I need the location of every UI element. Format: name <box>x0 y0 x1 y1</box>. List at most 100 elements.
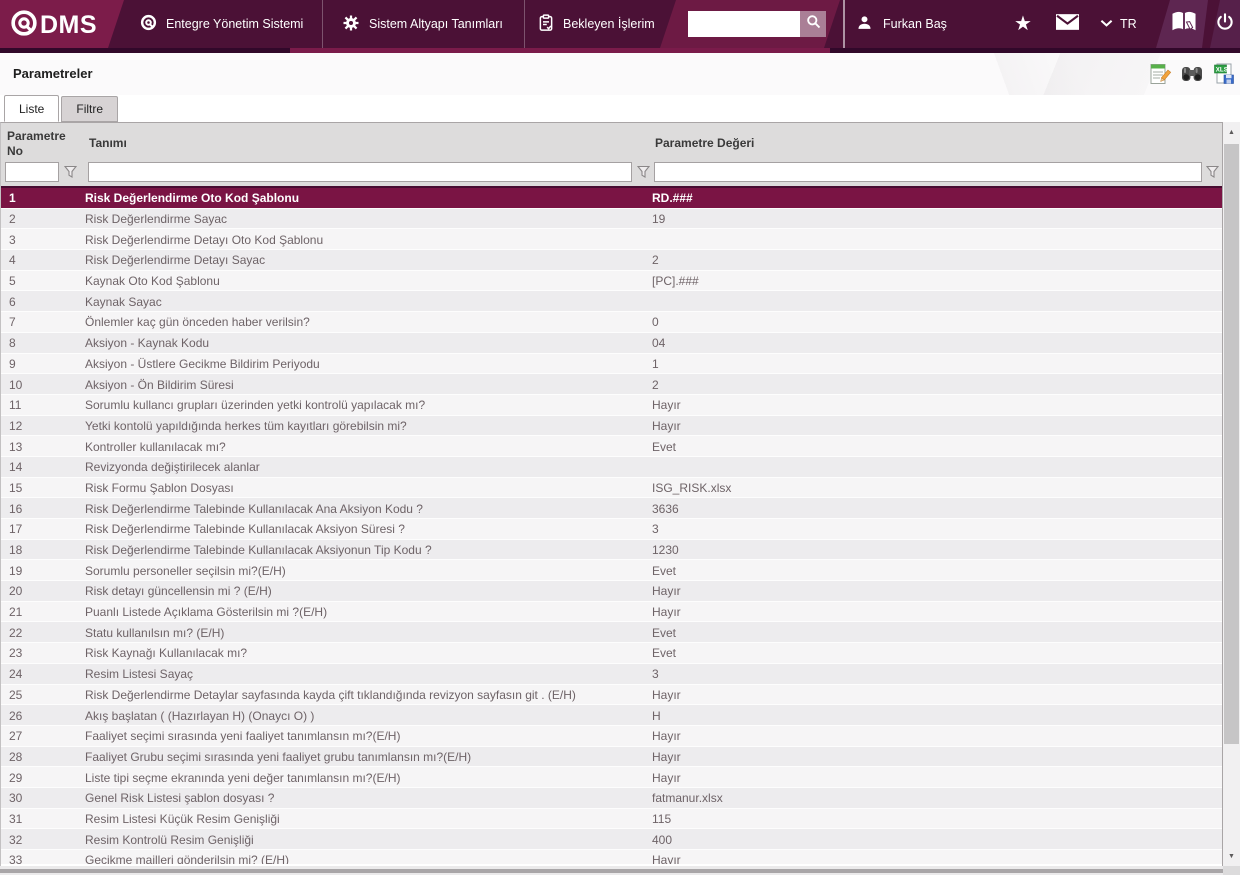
table-row[interactable]: 19 Sorumlu personeller seçilsin mi?(E/H)… <box>1 560 1222 582</box>
table-row[interactable]: 3 Risk Değerlendirme Detayı Oto Kod Şabl… <box>1 229 1222 251</box>
menu-item-label: Bekleyen İşlerim <box>563 17 655 31</box>
table-row[interactable]: 17 Risk Değerlendirme Talebinde Kullanıl… <box>1 519 1222 540</box>
filter-funnel-icon[interactable] <box>1205 165 1220 179</box>
table-row[interactable]: 28 Faaliyet Grubu seçimi sırasında yeni … <box>1 746 1222 768</box>
cell-tanimi: Kaynak Sayac <box>85 294 162 309</box>
table-row[interactable]: 26 Akış başlatan ( (Hazırlayan H) (Onayc… <box>1 705 1222 726</box>
table-row[interactable]: 10 Aksiyon - Ön Bildirim Süresi 2 <box>1 374 1222 395</box>
cell-tanimi: Risk Değerlendirme Oto Kod Şablonu <box>85 191 300 206</box>
vertical-scrollbar[interactable]: ▲ ▼ <box>1223 122 1240 866</box>
column-header-parametre-degeri[interactable]: Parametre Değeri <box>655 136 754 150</box>
language-selector[interactable]: TR <box>1100 0 1137 48</box>
menu-sistem-altyapi-tanimlari[interactable]: Sistem Altyapı Tanımları <box>342 0 503 48</box>
table-row[interactable]: 7 Önlemler kaç gün önceden haber verilsi… <box>1 312 1222 333</box>
cell-tanimi: Kaynak Oto Kod Şablonu <box>85 274 220 289</box>
user-menu[interactable]: Furkan Baş <box>856 0 947 48</box>
table-row[interactable]: 5 Kaynak Oto Kod Şablonu [PC].### <box>1 270 1222 292</box>
global-search-input[interactable] <box>688 11 800 37</box>
cell-tanimi: Resim Kontrolü Resim Genişliği <box>85 832 254 847</box>
qdms-logo[interactable]: DMS <box>10 9 97 42</box>
cell-parametre-degeri: 3 <box>652 667 659 682</box>
table-row[interactable]: 14 Revizyonda değiştirilecek alanlar <box>1 456 1222 478</box>
cell-parametre-degeri: 2 <box>652 253 659 268</box>
table-row[interactable]: 23 Risk Kaynağı Kullanılacak mı? Evet <box>1 643 1222 664</box>
cell-parametre-degeri: 2 <box>652 377 659 392</box>
help-docs-button[interactable] <box>1170 0 1198 48</box>
column-header-tanimi[interactable]: Tanımı <box>89 136 127 150</box>
cell-parametre-no: 4 <box>9 253 16 268</box>
cell-parametre-no: 24 <box>9 667 23 682</box>
filter-funnel-icon[interactable] <box>63 165 78 179</box>
menu-entegre-yonetim-sistemi[interactable]: Entegre Yönetim Sistemi <box>140 0 303 48</box>
cell-parametre-no: 31 <box>9 811 23 826</box>
cell-tanimi: Revizyonda değiştirilecek alanlar <box>85 460 260 475</box>
table-row[interactable]: 2 Risk Değerlendirme Sayac 19 <box>1 208 1222 230</box>
cell-tanimi: Risk Değerlendirme Talebinde Kullanılaca… <box>85 543 432 558</box>
cell-parametre-no: 19 <box>9 563 23 578</box>
favorites-button[interactable]: ★ <box>1014 0 1032 48</box>
table-row[interactable]: 13 Kontroller kullanılacak mı? Evet <box>1 436 1222 457</box>
filter-input-parametre-no[interactable] <box>5 162 59 182</box>
scrollbar-thumb[interactable] <box>1224 144 1239 744</box>
table-row[interactable]: 11 Sorumlu kullancı grupları üzerinden y… <box>1 394 1222 416</box>
tab-filtre[interactable]: Filtre <box>61 96 119 122</box>
cell-tanimi: Sorumlu kullancı grupları üzerinden yetk… <box>85 398 426 413</box>
table-row[interactable]: 16 Risk Değerlendirme Talebinde Kullanıl… <box>1 498 1222 519</box>
cell-parametre-no: 29 <box>9 770 23 785</box>
search-button[interactable] <box>800 11 826 37</box>
cell-tanimi: Faaliyet Grubu seçimi sırasında yeni faa… <box>85 749 472 764</box>
table-row[interactable]: 22 Statu kullanılsın mı? (E/H) Evet <box>1 622 1222 644</box>
menu-bekleyen-islerim[interactable]: Bekleyen İşlerim <box>538 0 655 48</box>
cell-parametre-degeri: Hayır <box>652 584 681 599</box>
table-row[interactable]: 8 Aksiyon - Kaynak Kodu 04 <box>1 332 1222 354</box>
scroll-up-button[interactable]: ▲ <box>1223 124 1240 140</box>
table-row[interactable]: 20 Risk detayı güncellensin mi ? (E/H) H… <box>1 581 1222 602</box>
table-row[interactable]: 4 Risk Değerlendirme Detayı Sayac 2 <box>1 250 1222 271</box>
cell-parametre-degeri: ISG_RISK.xlsx <box>652 480 732 495</box>
table-row[interactable]: 27 Faaliyet seçimi sırasında yeni faaliy… <box>1 725 1222 747</box>
cell-parametre-degeri: Hayır <box>652 398 681 413</box>
table-row[interactable]: 1 Risk Değerlendirme Oto Kod Şablonu RD.… <box>1 188 1222 209</box>
table-row[interactable]: 30 Genel Risk Listesi şablon dosyası ? f… <box>1 787 1222 809</box>
table-row[interactable]: 6 Kaynak Sayac <box>1 291 1222 313</box>
page-header: Parametreler <box>0 53 1240 95</box>
table-row[interactable]: 29 Liste tipi seçme ekranında yeni değer… <box>1 767 1222 788</box>
find-binoculars-icon[interactable] <box>1180 62 1204 86</box>
table-row[interactable]: 24 Resim Listesi Sayaç 3 <box>1 663 1222 685</box>
cell-parametre-no: 11 <box>9 398 22 413</box>
scroll-down-button[interactable]: ▼ <box>1223 848 1240 864</box>
tab-liste[interactable]: Liste <box>4 95 60 122</box>
export-excel-icon[interactable]: XLS <box>1212 62 1236 86</box>
chevron-down-icon <box>1100 15 1113 33</box>
logout-button[interactable] <box>1215 0 1235 48</box>
filter-input-parametre-degeri[interactable] <box>654 162 1202 182</box>
table-row[interactable]: 18 Risk Değerlendirme Talebinde Kullanıl… <box>1 539 1222 561</box>
cell-parametre-no: 12 <box>9 418 23 433</box>
svg-text:XLS: XLS <box>1216 67 1228 74</box>
cell-parametre-no: 22 <box>9 625 23 640</box>
cell-parametre-no: 13 <box>9 439 23 454</box>
table-row[interactable]: 21 Puanlı Listede Açıklama Gösterilsin m… <box>1 601 1222 623</box>
table-row[interactable]: 31 Resim Listesi Küçük Resim Genişliği 1… <box>1 808 1222 830</box>
table-row[interactable]: 12 Yetki kontolü yapıldığında herkes tüm… <box>1 415 1222 437</box>
column-header-parametre-no[interactable]: Parametre No <box>7 129 81 159</box>
cell-parametre-no: 8 <box>9 336 16 351</box>
table-row[interactable]: 32 Resim Kontrolü Resim Genişliği 400 <box>1 829 1222 850</box>
qdms-window: DMS Entegre Yönetim Sistemi Sistem Altya… <box>0 0 1240 875</box>
filter-input-tanimi[interactable] <box>88 162 632 182</box>
table-row[interactable]: 33 Gecikme mailleri gönderilsin mi? (E/H… <box>1 850 1222 864</box>
cell-parametre-no: 30 <box>9 791 23 806</box>
cell-parametre-degeri: Evet <box>652 439 677 454</box>
table-row[interactable]: 9 Aksiyon - Üstlere Gecikme Bildirim Per… <box>1 353 1222 375</box>
cell-parametre-degeri: 3636 <box>652 501 679 516</box>
cell-parametre-degeri: Evet <box>652 646 677 661</box>
cell-parametre-no: 27 <box>9 729 23 744</box>
table-row[interactable]: 15 Risk Formu Şablon Dosyası ISG_RISK.xl… <box>1 477 1222 499</box>
cell-parametre-no: 15 <box>9 480 23 495</box>
table-row[interactable]: 25 Risk Değerlendirme Detaylar sayfasınd… <box>1 684 1222 706</box>
horizontal-scrollbar-thumb[interactable] <box>0 869 1240 873</box>
edit-note-icon[interactable] <box>1148 62 1172 86</box>
filter-funnel-icon[interactable] <box>636 165 651 179</box>
cell-tanimi: Risk Değerlendirme Talebinde Kullanılaca… <box>85 522 405 537</box>
mail-button[interactable] <box>1056 0 1079 48</box>
